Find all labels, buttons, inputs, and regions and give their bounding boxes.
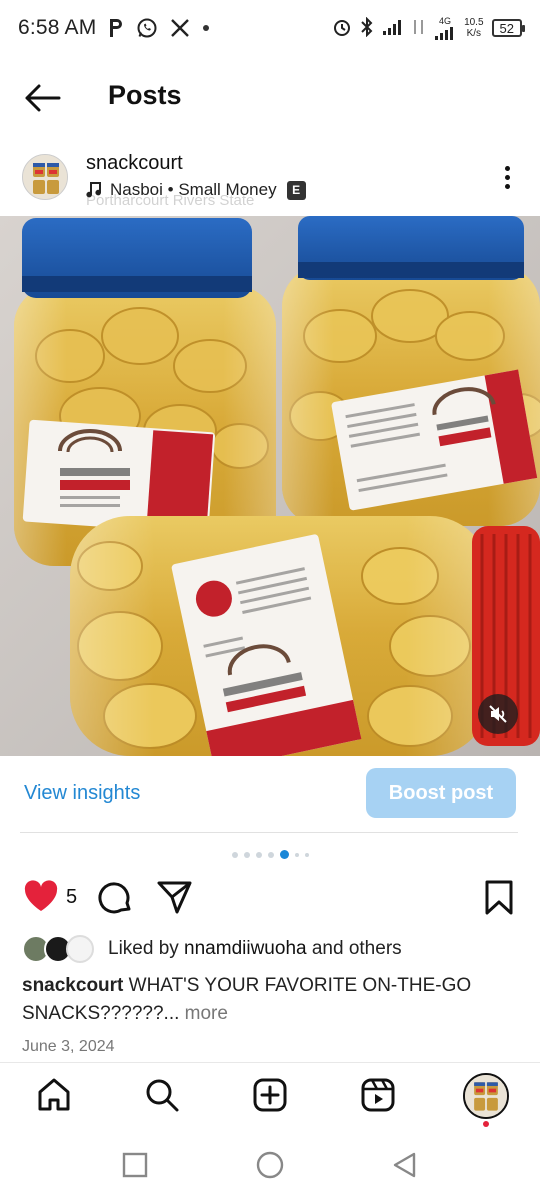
avatar[interactable] (22, 154, 68, 200)
bluetooth-icon (360, 16, 374, 40)
x-app-icon (170, 18, 190, 38)
carousel-indicator (0, 850, 540, 859)
carousel-dot (243, 851, 250, 858)
nav-profile-avatar[interactable] (463, 1073, 509, 1119)
caption-more-link[interactable]: more (179, 1003, 228, 1024)
plus-square-icon (253, 1078, 287, 1112)
triangle-back-icon (393, 1152, 416, 1178)
nav-create[interactable] (250, 1075, 290, 1115)
liked-by-avatars (22, 934, 98, 964)
bookmark-icon (485, 880, 513, 915)
comment-bubble-icon (98, 882, 131, 914)
carousel-dot-active (279, 850, 289, 859)
post-photo (0, 216, 540, 756)
music-note-icon (86, 182, 102, 198)
signal-icon (382, 18, 404, 39)
nav-search[interactable] (142, 1075, 182, 1115)
back-button[interactable] (20, 76, 64, 120)
top-bar: Posts (0, 62, 540, 132)
post-media[interactable] (0, 216, 540, 756)
comment-button[interactable] (96, 878, 134, 921)
status-time: 6:58 AM (18, 16, 97, 39)
system-navigation-bar (0, 1130, 540, 1200)
heart-filled-icon (24, 880, 58, 911)
whatsapp-icon (136, 17, 158, 39)
signal-secondary-icon (412, 18, 426, 39)
liked-by-user[interactable]: nnamdiiwuoha (184, 938, 307, 959)
status-bar: 6:58 AM 4G 10.5 K/s 52 (0, 0, 540, 56)
insights-row: View insights Boost post (0, 768, 540, 820)
speaker-muted-icon (489, 705, 507, 723)
search-icon (146, 1079, 179, 1112)
carousel-dot (304, 852, 309, 857)
nav-home[interactable] (34, 1075, 74, 1115)
home-system-button[interactable] (255, 1150, 285, 1180)
square-icon (122, 1152, 148, 1178)
battery-indicator: 52 (491, 19, 526, 37)
paper-plane-icon (157, 881, 192, 914)
recent-apps-button[interactable] (120, 1150, 150, 1180)
avatar (66, 935, 94, 963)
divider (20, 832, 518, 833)
save-button[interactable] (484, 880, 514, 921)
like-count[interactable]: 5 (66, 886, 77, 909)
post-actions: 5 (0, 876, 540, 920)
caption-username[interactable]: snackcourt (22, 975, 123, 996)
bottom-navigation (0, 1062, 540, 1130)
explicit-badge: E (286, 180, 306, 200)
liked-by-row[interactable]: Liked by nnamdiiwuoha and others (22, 934, 402, 964)
notification-dot-icon (202, 24, 210, 32)
like-button[interactable] (22, 878, 60, 919)
signal-4g-icon (435, 26, 454, 40)
nav-reels[interactable] (358, 1075, 398, 1115)
post-date: June 3, 2024 (22, 1038, 115, 1055)
alarm-icon (332, 17, 352, 40)
app-notification-p-icon (108, 18, 124, 38)
reels-icon (361, 1078, 395, 1112)
post-caption: snackcourt WHAT'S YOUR FAVORITE ON-THE-G… (22, 972, 522, 1028)
page-title: Posts (108, 80, 182, 110)
carousel-dot (231, 851, 238, 858)
post-username[interactable]: snackcourt (86, 152, 183, 175)
mute-toggle-button[interactable] (478, 694, 518, 734)
back-system-button[interactable] (390, 1150, 420, 1180)
audio-title: Nasboi • Small Money (110, 180, 277, 199)
carousel-dot (294, 852, 299, 857)
arrow-left-icon (25, 84, 61, 112)
share-button[interactable] (156, 878, 194, 921)
more-vertical-icon (504, 165, 510, 171)
circle-icon (256, 1151, 284, 1179)
audio-link[interactable]: Nasboi • Small Money E (86, 180, 306, 200)
home-icon (38, 1078, 70, 1111)
carousel-dot (255, 851, 262, 858)
net-speed: 10.5 K/s (464, 17, 484, 39)
view-insights-link[interactable]: View insights (24, 782, 140, 805)
notification-dot (483, 1121, 489, 1127)
carousel-dot (267, 851, 274, 858)
more-options-button[interactable] (492, 162, 522, 192)
post-header: snackcourt Portharcourt Rivers State Nas… (0, 146, 540, 212)
network-type: 4G (439, 15, 452, 26)
liked-by-text: Liked by nnamdiiwuoha and others (108, 938, 402, 959)
boost-post-button[interactable]: Boost post (366, 768, 516, 818)
